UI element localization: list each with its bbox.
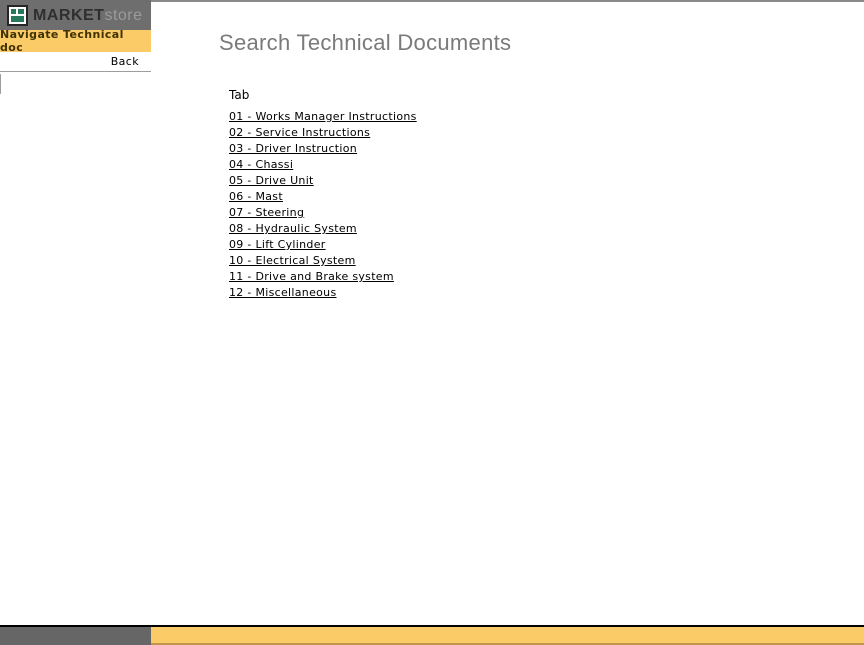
back-link[interactable]: Back	[111, 55, 139, 68]
back-row: Back	[0, 52, 151, 72]
page: MARKETstore Navigate Technical doc Back …	[0, 0, 864, 645]
tab-link-01[interactable]: 01 - Works Manager Instructions	[229, 111, 417, 122]
tab-link-10[interactable]: 10 - Electrical System	[229, 255, 356, 266]
nav-title-label: Navigate Technical doc	[0, 28, 124, 54]
tab-link-06[interactable]: 06 - Mast	[229, 191, 283, 202]
tab-link-09[interactable]: 09 - Lift Cylinder	[229, 239, 326, 250]
brand-name-primary: MARKET	[33, 7, 105, 24]
tab-link-12[interactable]: 12 - Miscellaneous	[229, 287, 336, 298]
page-title: Search Technical Documents	[219, 30, 512, 55]
sidebar: MARKETstore Navigate Technical doc Back	[0, 0, 151, 94]
footer	[0, 627, 864, 645]
nav-title-bar: Navigate Technical doc	[0, 28, 151, 54]
tab-link-04[interactable]: 04 - Chassi	[229, 159, 293, 170]
app-header: MARKETstore	[0, 0, 151, 30]
tab-link-05[interactable]: 05 - Drive Unit	[229, 175, 314, 186]
tab-link-07[interactable]: 07 - Steering	[229, 207, 304, 218]
grid-tiles-icon	[7, 4, 28, 26]
main-content: Search Technical Documents Tab 01 - Work…	[219, 0, 511, 303]
brand-name: MARKETstore	[33, 5, 143, 25]
footer-left-bar	[0, 627, 151, 645]
tab-link-02[interactable]: 02 - Service Instructions	[229, 127, 370, 138]
tab-link-03[interactable]: 03 - Driver Instruction	[229, 143, 357, 154]
tab-column-header: Tab	[229, 88, 250, 102]
sidebar-search-input[interactable]	[0, 74, 151, 94]
doc-link-list: 01 - Works Manager Instructions 02 - Ser…	[229, 111, 511, 298]
tab-link-11[interactable]: 11 - Drive and Brake system	[229, 271, 394, 282]
footer-right-bar	[151, 627, 864, 645]
brand-name-secondary: store	[104, 7, 143, 24]
tab-link-08[interactable]: 08 - Hydraulic System	[229, 223, 357, 234]
